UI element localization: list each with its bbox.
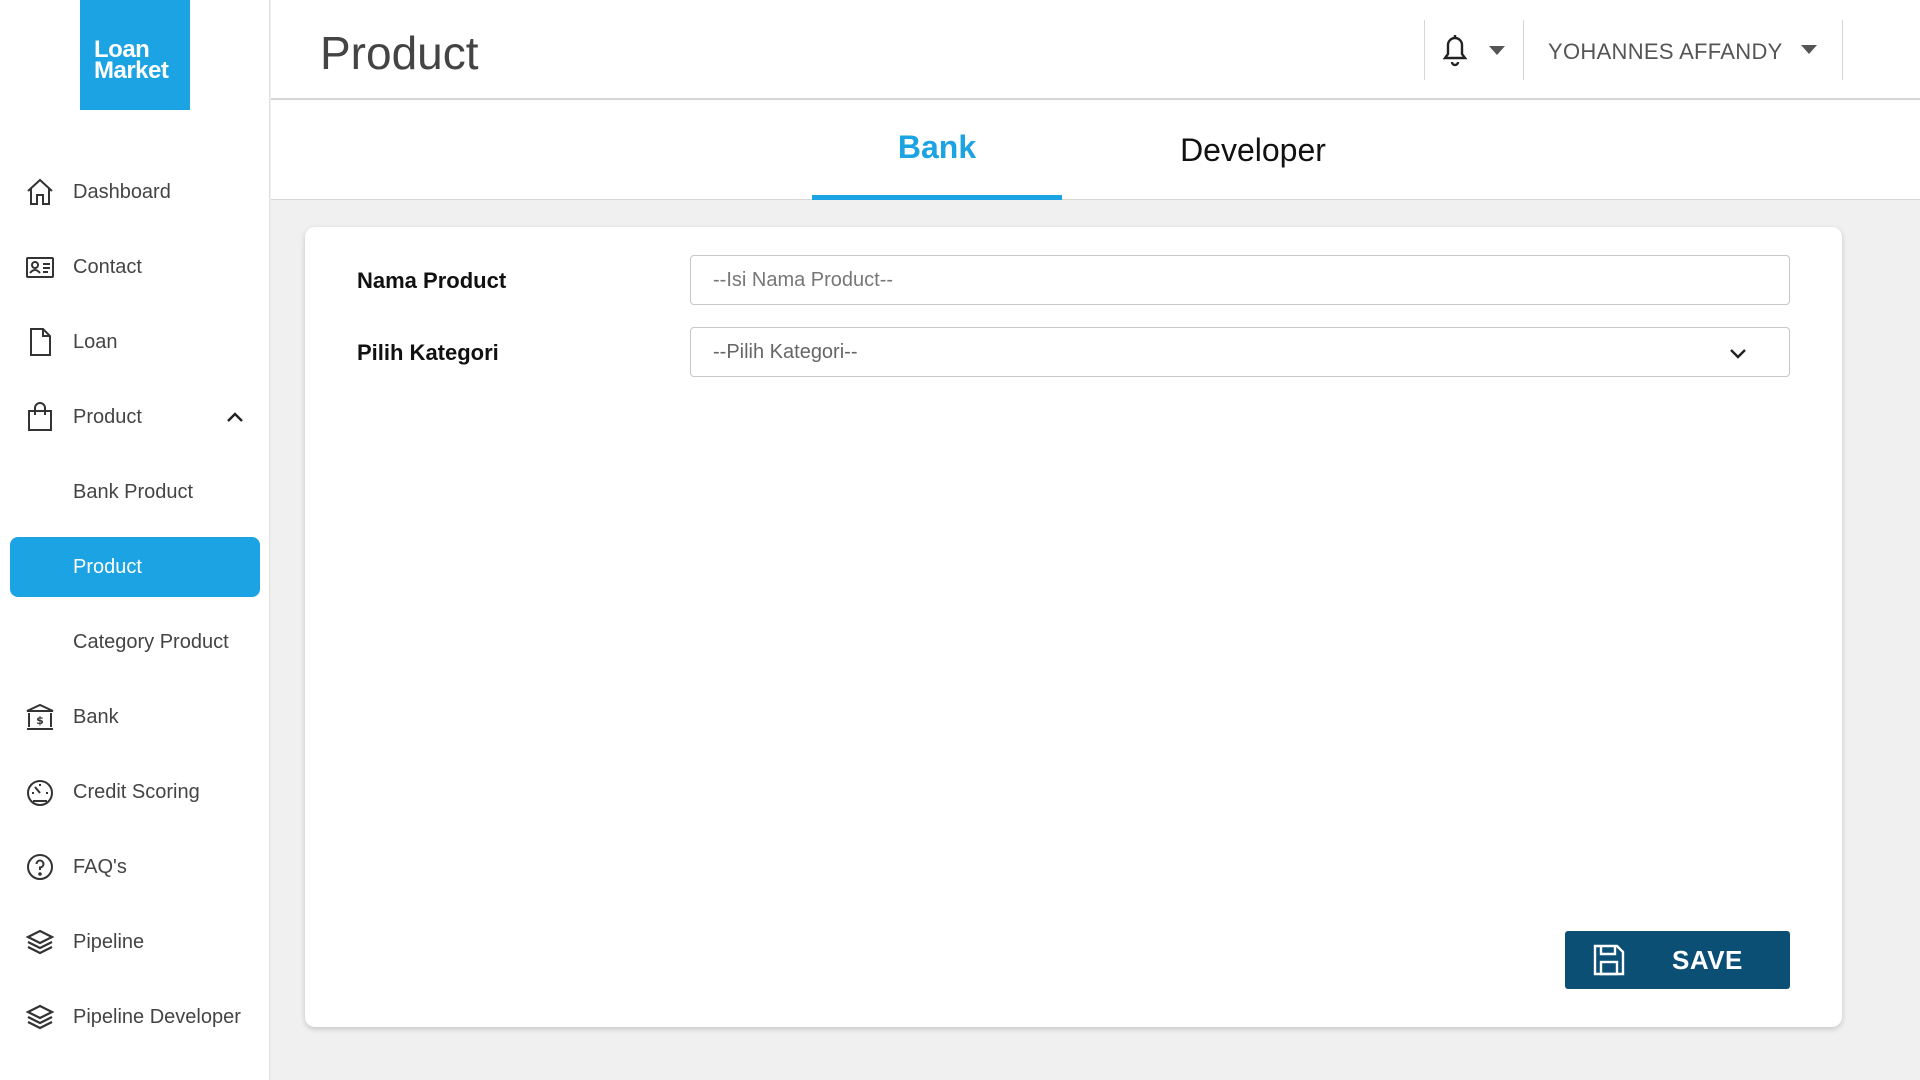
nama-product-label: Nama Product xyxy=(357,268,507,293)
tab-developer[interactable]: Developer xyxy=(1128,100,1378,200)
sidebar-item-label: Product xyxy=(73,405,142,428)
sidebar-item-label: Product xyxy=(73,555,142,578)
sidebar-item-product[interactable]: Product xyxy=(10,387,260,447)
contact-card-icon xyxy=(22,249,58,285)
sidebar-item-label: FAQ's xyxy=(73,855,127,878)
sidebar-item-bank[interactable]: $ Bank xyxy=(10,687,260,747)
sidebar-item-pipeline-developer[interactable]: Pipeline Developer xyxy=(10,987,260,1047)
sidebar-item-label: Loan xyxy=(73,330,118,353)
notification-dropdown-caret-icon[interactable] xyxy=(1489,46,1505,55)
sidebar-item-label: Pipeline xyxy=(73,930,145,953)
sidebar-item-label: Dashboard xyxy=(73,180,171,203)
save-button-label: SAVE xyxy=(1672,945,1743,975)
sidebar-item-bank-product[interactable]: Bank Product xyxy=(10,462,260,522)
layers-icon xyxy=(22,999,58,1035)
sidebar-item-label: Bank xyxy=(73,705,119,728)
top-header: Product YOHANNES AFFANDY xyxy=(271,0,1920,100)
sidebar-item-product-sub[interactable]: Product xyxy=(10,537,260,597)
bell-icon[interactable] xyxy=(1439,31,1471,67)
header-divider xyxy=(1424,20,1425,80)
sidebar-item-label: Contact xyxy=(73,255,142,278)
sidebar-item-contact[interactable]: Contact xyxy=(10,237,260,297)
user-name[interactable]: YOHANNES AFFANDY xyxy=(1548,39,1783,65)
kategori-select-value: --Pilih Kategori-- xyxy=(713,340,858,363)
bank-icon: $ xyxy=(22,699,58,735)
page-title: Product xyxy=(320,27,479,79)
nama-product-input[interactable] xyxy=(690,255,1790,305)
tab-bank[interactable]: Bank xyxy=(812,100,1062,200)
layers-icon xyxy=(22,924,58,960)
save-button[interactable]: SAVE xyxy=(1565,931,1790,989)
home-icon xyxy=(22,174,58,210)
sidebar-item-dashboard[interactable]: Dashboard xyxy=(10,162,260,222)
sidebar-item-credit-scoring[interactable]: Credit Scoring xyxy=(10,762,260,822)
kategori-select[interactable]: --Pilih Kategori-- xyxy=(690,327,1790,377)
sidebar-item-category-product[interactable]: Category Product xyxy=(10,612,260,672)
product-form-card: Nama Product Pilih Kategori --Pilih Kate… xyxy=(305,227,1842,1027)
chevron-down-icon xyxy=(1727,342,1749,364)
document-icon xyxy=(22,324,58,360)
help-circle-icon xyxy=(22,849,58,885)
loan-market-logo[interactable]: Loan Market xyxy=(80,0,190,110)
sidebar-item-faq[interactable]: FAQ's xyxy=(10,837,260,897)
sidebar: Loan Market Dashboard Contact Loan Produ… xyxy=(0,0,270,1080)
user-menu-caret-icon[interactable] xyxy=(1801,45,1817,54)
sidebar-item-label: Category Product xyxy=(73,630,229,653)
tab-bar: Bank Developer xyxy=(271,100,1920,200)
header-divider xyxy=(1842,20,1843,80)
sidebar-item-label: Bank Product xyxy=(73,480,194,503)
shopping-bag-icon xyxy=(22,399,58,435)
header-divider xyxy=(1523,20,1524,80)
gauge-icon xyxy=(22,774,58,810)
sidebar-item-label: Pipeline Developer xyxy=(73,1005,241,1028)
sidebar-item-loan[interactable]: Loan xyxy=(10,312,260,372)
pilih-kategori-label: Pilih Kategori xyxy=(357,340,499,365)
sidebar-item-label: Credit Scoring xyxy=(73,780,200,803)
logo-line-2: Market xyxy=(94,57,169,84)
chevron-up-icon[interactable] xyxy=(223,405,247,429)
svg-text:$: $ xyxy=(36,714,44,727)
floppy-disk-icon xyxy=(1591,942,1627,978)
sidebar-item-pipeline[interactable]: Pipeline xyxy=(10,912,260,972)
